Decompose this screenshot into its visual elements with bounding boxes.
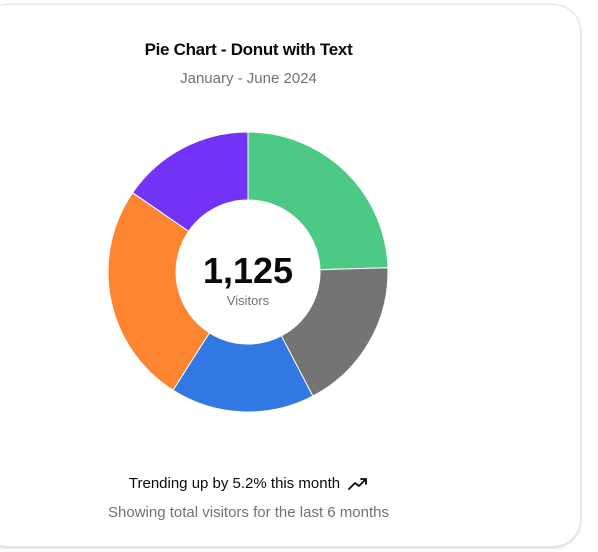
footer-note: Showing total visitors for the last 6 mo… xyxy=(108,504,389,521)
card-subtitle: January - June 2024 xyxy=(180,70,317,87)
chart-card: Pie Chart - Donut with Text January - Ju… xyxy=(0,4,581,547)
card-title: Pie Chart - Donut with Text xyxy=(144,40,353,59)
trend-text: Trending up by 5.2% this month xyxy=(128,475,341,492)
center-label: Visitors xyxy=(227,293,270,308)
trend-summary: Trending up by 5.2% this month xyxy=(0,475,516,492)
donut-chart: 1,125 Visitors xyxy=(107,131,389,413)
center-value: 1,125 xyxy=(203,250,293,291)
trending-up-icon xyxy=(348,478,368,490)
